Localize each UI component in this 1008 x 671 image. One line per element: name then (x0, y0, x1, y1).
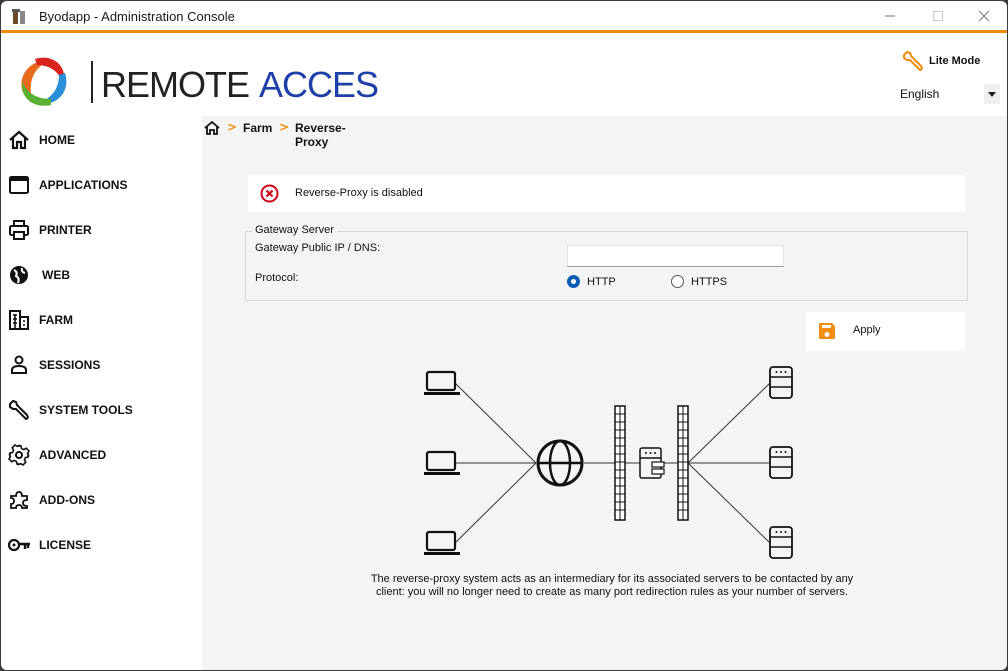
gear-icon (7, 443, 31, 467)
chevron-right-icon: > (227, 120, 238, 134)
window-title: Byodapp - Administration Console (39, 9, 235, 24)
gateway-ip-input[interactable] (567, 245, 784, 267)
key-icon (7, 533, 31, 557)
apply-button[interactable]: Apply (806, 312, 965, 351)
globe-icon (7, 263, 31, 287)
maximize-icon (933, 11, 943, 21)
sidebar-item-label: ADD-ONS (39, 493, 95, 507)
language-value: English (900, 87, 940, 101)
sidebar-item-label: PRINTER (39, 223, 92, 237)
puzzle-icon (7, 488, 31, 512)
close-icon (978, 10, 990, 22)
protocol-label: Protocol: (255, 272, 299, 284)
logo-word-2: ACCES (259, 64, 379, 105)
radio-selected-icon (567, 275, 580, 288)
logo-swirl-icon (21, 57, 67, 106)
window-icon (7, 173, 31, 197)
apply-label: Apply (853, 324, 881, 336)
protocol-radio-https[interactable]: HTTPS (671, 275, 727, 288)
connection-lines (454, 382, 771, 544)
radio-label: HTTPS (691, 275, 728, 288)
laptop-icon (424, 530, 460, 555)
wrench-icon (903, 51, 923, 71)
sidebar-item-advanced[interactable]: ADVANCED (1, 437, 201, 473)
proxy-server-icon (639, 447, 665, 479)
group-legend: Gateway Server (252, 224, 337, 236)
gateway-ip-label: Gateway Public IP / DNS: (255, 242, 381, 254)
firewall-icon (677, 405, 689, 521)
status-banner: Reverse-Proxy is disabled (248, 175, 965, 212)
sidebar-item-printer[interactable]: PRINTER (1, 212, 201, 248)
save-icon (819, 323, 835, 339)
sidebar-item-label: WEB (42, 268, 70, 282)
home-icon (7, 128, 31, 152)
logo-text: REMOTE ACCES (91, 61, 379, 105)
sidebar-item-sessions[interactable]: SESSIONS (1, 347, 201, 383)
sidebar-item-label: APPLICATIONS (39, 178, 128, 192)
sidebar-item-farm[interactable]: FARM (1, 302, 201, 338)
sidebar-item-label: LICENSE (39, 538, 92, 552)
laptop-icon (424, 450, 460, 475)
sidebar-item-web[interactable]: WEB (1, 257, 201, 293)
sidebar-item-label: HOME (39, 133, 75, 147)
sidebar: HOME APPLICATIONS PRINTER WEB FARM SESSI… (1, 116, 202, 670)
server-icon (769, 446, 793, 479)
reverse-proxy-diagram (424, 366, 793, 559)
language-select[interactable]: English (894, 84, 1002, 104)
app-window: Byodapp - Administration Console REMOTE A… (0, 0, 1008, 671)
error-icon (260, 184, 279, 203)
lite-mode-label: Lite Mode (929, 55, 981, 67)
laptop-icon (424, 370, 460, 395)
building-icon (7, 308, 31, 332)
logo-word-1: REMOTE (101, 64, 250, 105)
firewall-icon (614, 405, 626, 521)
diagram-description: The reverse-proxy system acts as an inte… (370, 573, 854, 598)
radio-unselected-icon (671, 275, 684, 288)
sidebar-item-label: FARM (39, 313, 73, 327)
gateway-server-group: Gateway Server Gateway Public IP / DNS: … (245, 224, 968, 301)
sidebar-item-label: SYSTEM TOOLS (39, 403, 133, 417)
header: REMOTE ACCES Lite Mode English (1, 36, 1007, 116)
logo: REMOTE ACCES (15, 51, 379, 109)
server-icon (769, 366, 793, 399)
breadcrumb-home-icon[interactable] (204, 120, 220, 136)
sidebar-item-label: ADVANCED (39, 448, 107, 462)
minimize-button[interactable] (867, 1, 913, 31)
sidebar-item-license[interactable]: LICENSE (1, 527, 201, 563)
internet-globe-icon (536, 439, 584, 487)
minimize-icon (885, 15, 895, 17)
maximize-button[interactable] (915, 1, 961, 31)
printer-icon (7, 218, 31, 242)
radio-label: HTTP (587, 275, 616, 288)
sidebar-item-home[interactable]: HOME (1, 122, 201, 158)
breadcrumb-farm[interactable]: Farm (243, 121, 272, 135)
app-icon (12, 9, 25, 24)
main-content: > Farm > Reverse-Proxy Reverse-Proxy is … (202, 116, 1007, 670)
chevron-right-icon: > (279, 120, 290, 134)
dropdown-arrow-icon[interactable] (984, 84, 1000, 104)
close-button[interactable] (961, 1, 1007, 31)
lite-mode-button[interactable]: Lite Mode (901, 49, 980, 73)
sidebar-item-applications[interactable]: APPLICATIONS (1, 167, 201, 203)
wrench-icon (7, 398, 31, 422)
server-icon (769, 526, 793, 559)
sidebar-item-label: SESSIONS (39, 358, 101, 372)
title-bar: Byodapp - Administration Console (1, 1, 1007, 33)
breadcrumb-reverse-proxy: Reverse-Proxy (295, 121, 346, 149)
status-message: Reverse-Proxy is disabled (295, 187, 423, 199)
user-icon (7, 353, 31, 377)
protocol-radio-http[interactable]: HTTP (567, 275, 616, 288)
sidebar-item-system-tools[interactable]: SYSTEM TOOLS (1, 392, 201, 428)
sidebar-item-add-ons[interactable]: ADD-ONS (1, 482, 201, 518)
